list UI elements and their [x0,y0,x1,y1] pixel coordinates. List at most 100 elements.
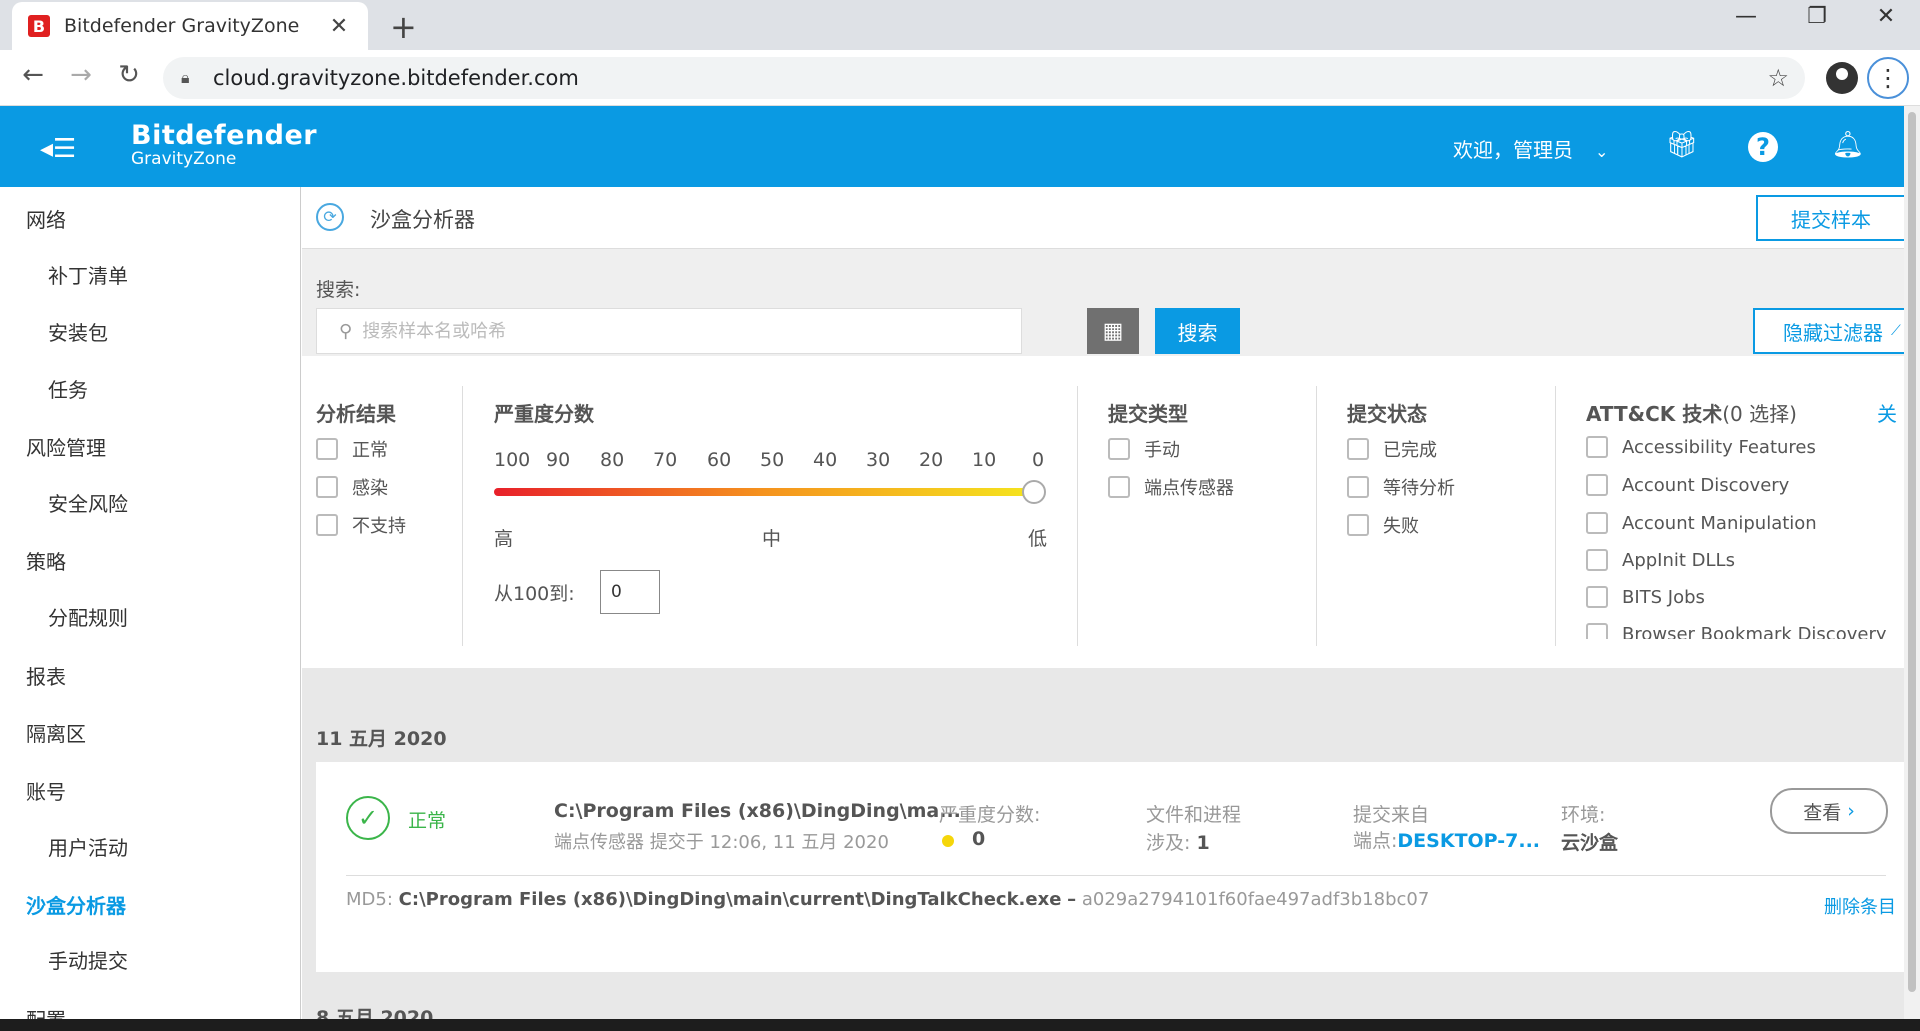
filter-option-pending[interactable]: 等待分析 [1347,474,1455,500]
divider [1555,386,1556,646]
option-label: AppInit DLLs [1622,549,1735,571]
checkbox[interactable] [1347,438,1369,460]
help-icon[interactable]: ? [1746,130,1780,164]
attck-more-link[interactable]: 关 [1877,398,1897,427]
minimize-icon[interactable]: — [1726,4,1766,29]
sidebar-item-quarantine[interactable]: 隔离区 [26,718,86,747]
calendar-icon: ▦ [1102,318,1124,344]
option-label: Account Discovery [1622,474,1790,496]
severity-dot-icon [942,835,954,847]
checkbox[interactable] [1586,623,1608,639]
severity-label: 严重度分数: [939,804,1041,826]
filter-severity: 严重度分数 100 90 80 70 60 50 40 30 20 10 0 高… [302,356,1082,646]
filter-option-endpoint-sensor[interactable]: 端点传感器 [1108,474,1234,500]
calendar-button[interactable]: ▦ [1087,308,1139,354]
checkbox[interactable] [1586,512,1608,534]
checkbox[interactable] [1347,476,1369,498]
scale-tick: 30 [866,449,891,471]
submit-sample-button[interactable]: 提交样本 [1756,195,1904,241]
maximize-icon[interactable]: ❐ [1797,4,1837,29]
attck-option[interactable]: Accessibility Features [1586,436,1816,458]
address-bar[interactable]: 🔒︎ cloud.gravityzone.bitdefender.com ☆ [163,57,1805,99]
sidebar-item-packages[interactable]: 安装包 [48,317,108,346]
attck-option[interactable]: Account Discovery [1586,474,1789,496]
browser-tab[interactable]: B Bitdefender GravityZone ✕ [12,2,368,50]
divider [1316,386,1317,646]
option-label: 失败 [1383,516,1419,537]
scale-tick: 70 [653,449,678,471]
lock-icon: 🔒︎ [181,68,190,87]
sidebar-item-security-risks[interactable]: 安全风险 [48,488,128,517]
result-date-heading: 8 五月 2020 [316,1007,434,1019]
chevron-down-icon: ⌄ [1595,142,1609,161]
scrollbar-thumb[interactable] [1908,112,1916,992]
hide-filters-button[interactable]: 隐藏过滤器 ⟋ [1753,308,1904,354]
checkbox[interactable] [1586,474,1608,496]
brand-logo: Bitdefender GravityZone [131,120,317,169]
attck-option[interactable]: AppInit DLLs [1586,549,1735,571]
bookmark-star-icon[interactable]: ☆ [1767,64,1789,92]
sidebar-item-risk-management[interactable]: 风险管理 [26,432,106,461]
reload-icon[interactable]: ↻ [112,60,146,90]
filter-option-failed[interactable]: 失败 [1347,512,1419,538]
page-scrollbar[interactable] [1904,106,1920,1019]
filter-submit-status: 提交状态 已完成 等待分析 失败 [1347,356,1547,646]
sidebar-item-manual-submission[interactable]: 手动提交 [48,945,128,974]
sidebar-item-sandbox-analyzer[interactable]: 沙盒分析器 [26,890,126,919]
profile-icon[interactable] [1826,62,1858,94]
new-tab-icon[interactable]: + [390,8,420,46]
attck-selection-count: (0 选择) [1722,402,1797,426]
main-content: ⟳ 沙盒分析器 提交样本 搜索: ⚲ ▦ 搜索 隐藏过滤器⟋ 分析结果 正常 感… [302,187,1904,1019]
scale-label-mid: 中 [762,528,782,550]
result-status: 正常 [408,810,447,832]
attck-option[interactable]: Browser Bookmark Discovery [1586,623,1887,639]
scale-tick: 90 [546,449,571,471]
browser-menu-icon[interactable]: ⋮ [1867,57,1909,99]
filter-submit-type: 提交类型 手动 端点传感器 [1108,356,1308,646]
severity-from-input[interactable]: 0 [600,570,660,614]
search-input-box[interactable]: ⚲ [316,308,1022,354]
view-button[interactable]: 查看 › [1770,788,1888,834]
attck-option[interactable]: BITS Jobs [1586,586,1705,608]
scale-tick: 0 [1032,449,1045,471]
sidebar-item-reports[interactable]: 报表 [26,661,66,690]
refresh-icon[interactable]: ⟳ [316,203,344,231]
bell-icon[interactable]: 🔔︎ [1831,130,1865,164]
checkbox[interactable] [1108,438,1130,460]
scale-tick: 40 [813,449,838,471]
search-input[interactable] [362,320,1021,342]
filter-title-submit-status: 提交状态 [1347,402,1427,426]
sidebar-item-network[interactable]: 网络 [26,204,66,233]
sidebar-item-assignment-rules[interactable]: 分配规则 [48,602,128,631]
sidebar-item-user-activity[interactable]: 用户活动 [48,832,128,861]
endpoint-link[interactable]: DESKTOP-7... [1397,830,1540,852]
forward-icon[interactable]: → [64,60,98,90]
severity-slider-track[interactable] [494,488,1034,496]
scale-tick: 100 [494,449,531,471]
back-icon[interactable]: ← [16,60,50,90]
search-button[interactable]: 搜索 [1155,308,1240,354]
delete-entry-link[interactable]: 删除条目 [1824,893,1896,919]
gift-icon[interactable]: 🎁︎ [1665,130,1699,164]
sidebar-item-patch-inventory[interactable]: 补丁清单 [48,260,128,289]
filter-option-completed[interactable]: 已完成 [1347,436,1437,462]
filter-option-manual[interactable]: 手动 [1108,436,1180,462]
checkbox[interactable] [1586,436,1608,458]
checkbox[interactable] [1586,549,1608,571]
user-menu[interactable]: 欢迎，管理员 ⌄ [1453,134,1608,163]
sidebar-item-policies[interactable]: 策略 [26,546,66,575]
sidebar-item-configuration[interactable]: 配置 [26,1004,66,1019]
sidebar-item-accounts[interactable]: 账号 [26,776,66,805]
option-label: 等待分析 [1383,478,1455,499]
sidebar-item-tasks[interactable]: 任务 [48,374,88,403]
checkbox[interactable] [1347,514,1369,536]
attck-option[interactable]: Account Manipulation [1586,512,1817,534]
menu-collapse-icon[interactable]: ◂☰ [40,134,76,164]
env-value: 云沙盒 [1561,832,1619,854]
checkbox[interactable] [1108,476,1130,498]
checkbox[interactable] [1586,586,1608,608]
tab-close-icon[interactable]: ✕ [326,14,352,39]
page-title: 沙盒分析器 [370,208,475,232]
window-close-icon[interactable]: ✕ [1866,4,1906,29]
severity-slider-handle[interactable] [1022,480,1046,504]
